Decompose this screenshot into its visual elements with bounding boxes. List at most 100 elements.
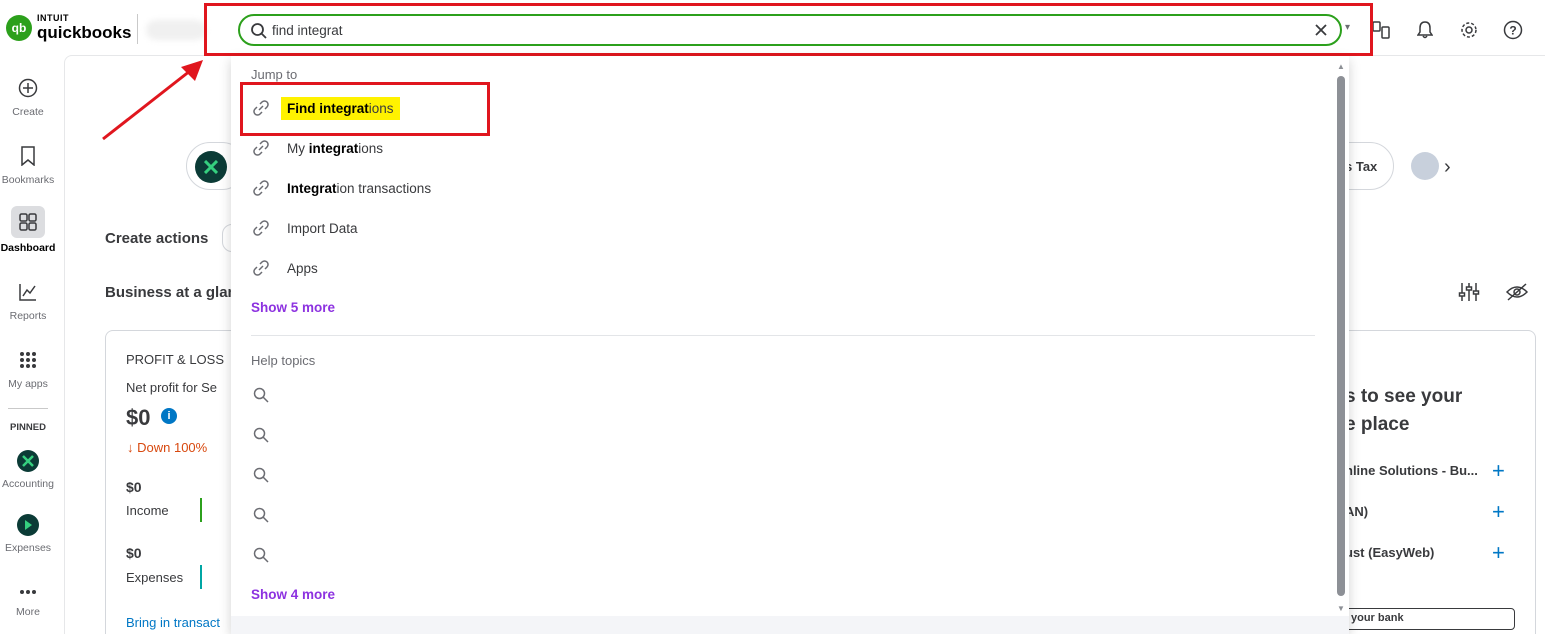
dashboard-icon [11,206,45,238]
business-glance-heading: Business at a glan [105,284,237,301]
bank-row: nline Solutions - Bu... [1345,463,1478,478]
jump-to-heading: Jump to [251,67,298,82]
help-topic-row[interactable] [251,381,1311,409]
rest-text: ion transactions [336,180,432,196]
hide-eye-icon[interactable] [1505,282,1529,307]
close-icon[interactable] [1312,21,1330,39]
annotation-result-box [240,82,490,136]
match-text: integrat [308,140,359,156]
nav-item-create[interactable]: Create [0,74,56,118]
bank-row: ust (EasyWeb) [1345,545,1435,560]
scrollbar-thumb[interactable] [1337,76,1345,596]
nav-item-more[interactable]: More [0,582,56,618]
quickbooks-logo[interactable]: qb INTUIT quickbooks [6,14,131,41]
result-apps[interactable]: Apps [251,254,1311,282]
svg-text:?: ? [1509,24,1516,38]
result-text: Apps [287,260,318,276]
help-topic-row[interactable] [251,541,1311,569]
search-icon [251,385,271,405]
left-nav: Create Bookmarks Dashboard Reports My ap… [0,56,56,634]
link-icon [251,178,271,198]
expenses-label: Expenses [126,570,184,585]
rest-text: ions [358,140,384,156]
income-bar [200,498,202,522]
expenses-amount: $0 [126,545,142,561]
help-icon[interactable]: ? [1491,18,1535,42]
pl-trend: ↓ Down 100% [127,440,207,455]
search-icon [251,505,271,525]
quickbooks-wordmark: quickbooks [37,23,132,42]
create-actions-heading: Create actions [105,230,209,247]
search-results-dropdown: Jump to Find integrations My integrat ion… [231,56,1349,634]
company-name-redacted [146,20,206,40]
chevron-right-icon[interactable]: › [1444,156,1451,179]
search-icon [251,465,271,485]
customize-sliders-icon[interactable] [1458,282,1480,307]
nav-label: Dashboard [0,242,56,254]
result-integration-transactions[interactable]: Integrat ion transactions [251,174,1311,202]
chip-label: s Tax [1345,159,1378,174]
reports-icon [14,278,42,306]
link-icon [251,218,271,238]
nav-item-reports[interactable]: Reports [0,278,56,322]
nav-item-my-apps[interactable]: My apps [0,346,56,390]
nav-item-expenses[interactable]: Expenses [0,514,56,554]
pl-title: PROFIT & LOSS [126,352,225,367]
add-bank-icon[interactable]: + [1492,460,1505,482]
income-label: Income [126,503,169,518]
expenses-icon [17,514,39,536]
nav-label: My apps [8,378,48,390]
search-icon [251,425,271,445]
help-topic-row[interactable] [251,421,1311,449]
search-icon [250,22,268,45]
help-topic-row[interactable] [251,461,1311,489]
intuit-wordmark: INTUIT [37,13,69,23]
add-bank-icon[interactable]: + [1492,501,1505,523]
top-icons: ? [1359,18,1535,42]
pinned-label: PINNED [10,422,46,433]
pl-net-amount: $0 [126,405,151,430]
show-more-help-button[interactable]: Show 4 more [251,587,335,602]
dropdown-footer [231,616,1349,634]
nav-label: Reports [9,310,47,322]
nav-item-bookmarks[interactable]: Bookmarks [0,142,56,186]
expenses-bar [200,565,202,589]
search-bar[interactable] [238,14,1342,46]
show-more-jump-button[interactable]: Show 5 more [251,300,335,315]
info-icon[interactable]: i [161,408,177,424]
annotation-arrow [102,60,203,141]
bank-heading-line1: s to see your [1345,386,1463,407]
arrow-down-icon: ↓ [127,440,138,455]
pl-subtitle: Net profit for Se [126,380,218,395]
scroll-down-arrow[interactable]: ▼ [1337,604,1345,613]
nav-item-accounting[interactable]: Accounting [0,450,56,490]
qb-logo-mark: qb [6,14,32,41]
add-bank-icon[interactable]: + [1492,542,1505,564]
scroll-up-arrow[interactable]: ▲ [1337,62,1345,71]
nav-label: More [16,606,40,618]
logo-divider [137,14,138,44]
app-chip-avatar[interactable] [1411,152,1439,180]
bring-in-transactions-link[interactable]: Bring in transact [126,615,220,630]
nav-label: Expenses [4,542,52,554]
nav-divider [8,408,48,409]
bell-icon[interactable] [1403,18,1447,42]
link-icon [251,258,271,278]
connect-bank-button[interactable]: your bank [1340,608,1515,630]
search-input[interactable] [272,20,1282,40]
nav-label: Create [12,106,44,118]
result-import-data[interactable]: Import Data [251,214,1311,242]
apps-grid-icon [14,346,42,374]
accounting-icon [17,450,39,472]
help-topic-row[interactable] [251,501,1311,529]
nav-item-dashboard[interactable]: Dashboard [0,206,56,254]
bookmark-icon [14,142,42,170]
nav-label: Accounting [2,478,54,490]
gear-icon[interactable] [1447,18,1491,42]
result-text: Import Data [287,220,358,236]
search-icon [251,545,271,565]
prefix-text: My [287,140,309,156]
result-my-integrations[interactable]: My integrat ions [251,134,1311,162]
app-logo-icon [195,151,227,183]
plus-circle-icon [14,74,42,102]
